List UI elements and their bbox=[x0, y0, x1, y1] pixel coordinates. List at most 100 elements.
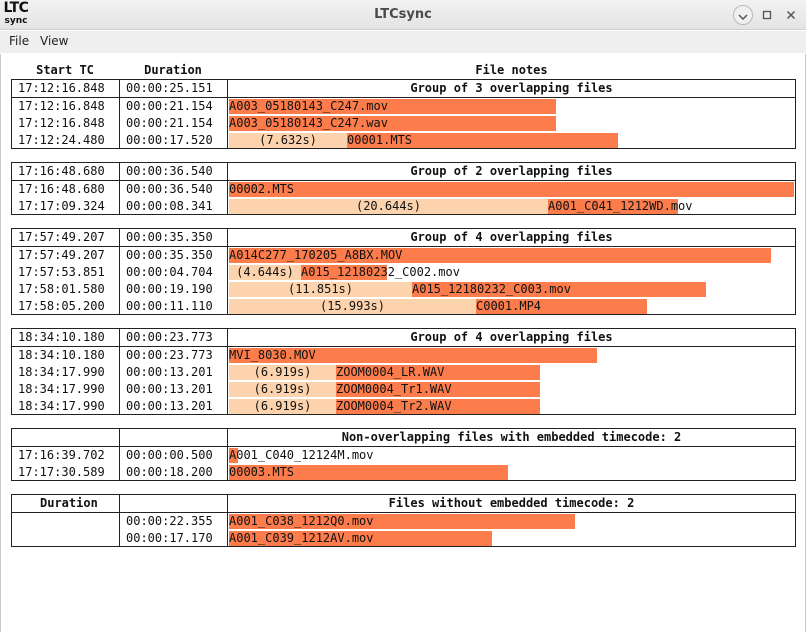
group-header-row: Duration Files without embedded timecode:… bbox=[12, 495, 795, 512]
file-duration: 00:00:00.500 bbox=[126, 448, 213, 462]
menu-file[interactable]: File bbox=[9, 34, 29, 48]
column-header-duration: Duration bbox=[144, 63, 202, 77]
file-row[interactable]: 17:16:39.702 00:00:00.500 A001_C040_12124M… bbox=[12, 447, 795, 464]
file-name: A015_12180232_C003.mov bbox=[412, 282, 571, 296]
menu-bar: File View bbox=[0, 31, 806, 53]
file-start-tc: 17:16:48.680 bbox=[18, 182, 105, 196]
offset-label: (11.851s) bbox=[287, 282, 354, 296]
file-row[interactable]: 17:17:09.324 00:00:08.341 (20.644s) A001_C0… bbox=[12, 198, 795, 215]
group-table: 17:12:16.848 00:00:25.151 Group of 3 overl… bbox=[11, 79, 796, 149]
group-table: 18:34:10.180 00:00:23.773 Group of 4 overl… bbox=[11, 328, 796, 415]
group-header-row: 17:16:48.680 00:00:36.540 Group of 2 overl… bbox=[12, 163, 795, 180]
file-row[interactable]: 18:34:17.990 00:00:13.201 (6.919s) ZOOM0004… bbox=[12, 364, 795, 381]
file-duration: 00:00:21.154 bbox=[126, 116, 213, 130]
file-name: C0001.MP4 bbox=[476, 299, 542, 313]
group-header-title: Group of 3 overlapping files bbox=[410, 81, 613, 95]
group-duration: 00:00:23.773 bbox=[126, 330, 213, 344]
maximize-icon bbox=[762, 10, 772, 20]
file-start-tc: 17:57:49.207 bbox=[18, 248, 105, 262]
file-row[interactable]: 00:00:17.170 A001_C039_1212AV.mov bbox=[12, 530, 795, 547]
file-name: A003_05180143_C247.mov bbox=[229, 99, 388, 113]
file-row[interactable]: 18:34:17.990 00:00:13.201 (6.919s) ZOOM0004… bbox=[12, 381, 795, 398]
file-duration: 00:00:13.201 bbox=[126, 399, 213, 413]
file-duration: 00:00:23.773 bbox=[126, 348, 213, 362]
file-start-tc: 18:34:10.180 bbox=[18, 348, 105, 362]
file-start-tc: 18:34:17.990 bbox=[18, 382, 105, 396]
file-start-tc: 17:17:09.324 bbox=[18, 199, 105, 213]
maximize-button[interactable] bbox=[757, 5, 777, 25]
group-header-row: 18:34:10.180 00:00:23.773 Group of 4 overl… bbox=[12, 329, 795, 346]
offset-label: (7.632s) bbox=[259, 133, 317, 147]
group-header-row: 17:12:16.848 00:00:25.151 Group of 3 overl… bbox=[12, 80, 795, 97]
group-header-title: Group of 2 overlapping files bbox=[410, 164, 613, 178]
file-row[interactable]: 17:58:01.580 00:00:19.190 (11.851s) A015_12… bbox=[12, 281, 795, 298]
file-name: MVI_8030.MOV bbox=[229, 348, 316, 362]
file-name: A001_C040_12124M.mov bbox=[229, 448, 374, 462]
group-header-title: Group of 4 overlapping files bbox=[410, 230, 613, 244]
file-row[interactable]: 17:16:48.680 00:00:36.540 00002.MTS bbox=[12, 181, 795, 198]
file-duration: 00:00:19.190 bbox=[126, 282, 213, 296]
file-row[interactable]: 18:34:10.180 00:00:23.773 MVI_8030.MOV bbox=[12, 347, 795, 364]
group-start-tc: 17:16:48.680 bbox=[18, 164, 105, 178]
file-row[interactable]: 18:34:17.990 00:00:13.201 (6.919s) ZOOM0004… bbox=[12, 398, 795, 415]
file-duration: 00:00:08.341 bbox=[126, 199, 213, 213]
group-start-tc: 17:57:49.207 bbox=[18, 230, 105, 244]
column-header-start-tc: Start TC bbox=[36, 63, 94, 77]
close-button[interactable] bbox=[781, 5, 801, 25]
file-start-tc: 17:58:01.580 bbox=[18, 282, 105, 296]
offset-label: (6.919s) bbox=[253, 382, 312, 396]
file-name: A014C277_170205_A8BX.MOV bbox=[229, 248, 403, 262]
file-row[interactable]: 17:57:49.207 00:00:35.350 A014C277_170205_… bbox=[12, 247, 795, 264]
file-start-tc: 17:57:53.851 bbox=[18, 265, 105, 279]
group-header-title: Group of 4 overlapping files bbox=[410, 330, 613, 344]
file-row[interactable]: 17:58:05.200 00:00:11.110 (15.993s) C0001.M… bbox=[12, 298, 795, 315]
menu-view[interactable]: View bbox=[40, 34, 68, 48]
file-name: 00001.MTS bbox=[347, 133, 413, 147]
file-duration: 00:00:13.201 bbox=[126, 365, 213, 379]
window-title: LTCsync bbox=[374, 7, 432, 22]
file-duration: 00:00:17.170 bbox=[126, 531, 213, 545]
file-duration: 00:00:04.704 bbox=[126, 265, 213, 279]
group-table: 17:16:48.680 00:00:36.540 Group of 2 overl… bbox=[11, 162, 796, 215]
file-start-tc: 17:12:24.480 bbox=[18, 133, 105, 147]
file-name: ZOOM0004_LR.WAV bbox=[336, 365, 445, 379]
group-duration: 00:00:36.540 bbox=[126, 164, 213, 178]
file-start-tc: 18:34:17.990 bbox=[18, 399, 105, 413]
file-duration: 00:00:11.110 bbox=[126, 299, 213, 313]
file-row[interactable]: 17:12:24.480 00:00:17.520 (7.632s) 00001.MT… bbox=[12, 132, 795, 149]
file-start-tc: 18:34:17.990 bbox=[18, 365, 105, 379]
file-name: 00003.MTS bbox=[229, 465, 295, 479]
group-start-tc: 18:34:10.180 bbox=[18, 330, 105, 344]
close-icon bbox=[786, 10, 796, 20]
group-start-tc: 17:12:16.848 bbox=[18, 81, 105, 95]
file-duration: 00:00:13.201 bbox=[126, 382, 213, 396]
group-header-title: Non-overlapping files with embedded time… bbox=[341, 430, 682, 444]
file-row[interactable]: 17:12:16.848 00:00:21.154 A003_05180143_C2… bbox=[12, 98, 795, 115]
offset-label: (15.993s) bbox=[319, 299, 386, 313]
file-duration: 00:00:17.520 bbox=[126, 133, 213, 147]
file-name: ZOOM0004_Tr1.WAV bbox=[336, 382, 452, 396]
file-start-tc: 17:12:16.848 bbox=[18, 116, 105, 130]
file-row[interactable]: 17:57:53.851 00:00:04.704 (4.644s) A015_121… bbox=[12, 264, 795, 281]
file-start-tc: 17:58:05.200 bbox=[18, 299, 105, 313]
group-header-row: Non-overlapping files with embedded time… bbox=[12, 429, 795, 446]
file-duration: 00:00:18.200 bbox=[126, 465, 213, 479]
group-duration: Duration bbox=[40, 496, 98, 510]
file-start-tc: 17:16:39.702 bbox=[18, 448, 105, 462]
minimize-button[interactable] bbox=[733, 5, 753, 25]
minimize-icon bbox=[738, 14, 748, 21]
file-row[interactable]: 00:00:22.355 A001_C038_1212Q0.mov bbox=[12, 513, 795, 530]
offset-label: (6.919s) bbox=[253, 365, 312, 379]
file-duration: 00:00:22.355 bbox=[126, 514, 213, 528]
group-table: Non-overlapping files with embedded time… bbox=[11, 428, 796, 481]
file-start-tc: 17:17:30.589 bbox=[18, 465, 105, 479]
offset-label: (20.644s) bbox=[355, 199, 422, 213]
file-bar bbox=[229, 182, 794, 197]
file-name: A001_C039_1212AV.mov bbox=[229, 531, 374, 545]
file-row[interactable]: 17:17:30.589 00:00:18.200 00003.MTS bbox=[12, 464, 795, 481]
file-start-tc: 17:12:16.848 bbox=[18, 99, 105, 113]
file-row[interactable]: 17:12:16.848 00:00:21.154 A003_05180143_C2… bbox=[12, 115, 795, 132]
file-duration: 00:00:35.350 bbox=[126, 248, 213, 262]
file-name: A015_12180232_C002.mov bbox=[301, 265, 460, 279]
group-header-title: Files without embedded timecode: 2 bbox=[388, 496, 635, 510]
